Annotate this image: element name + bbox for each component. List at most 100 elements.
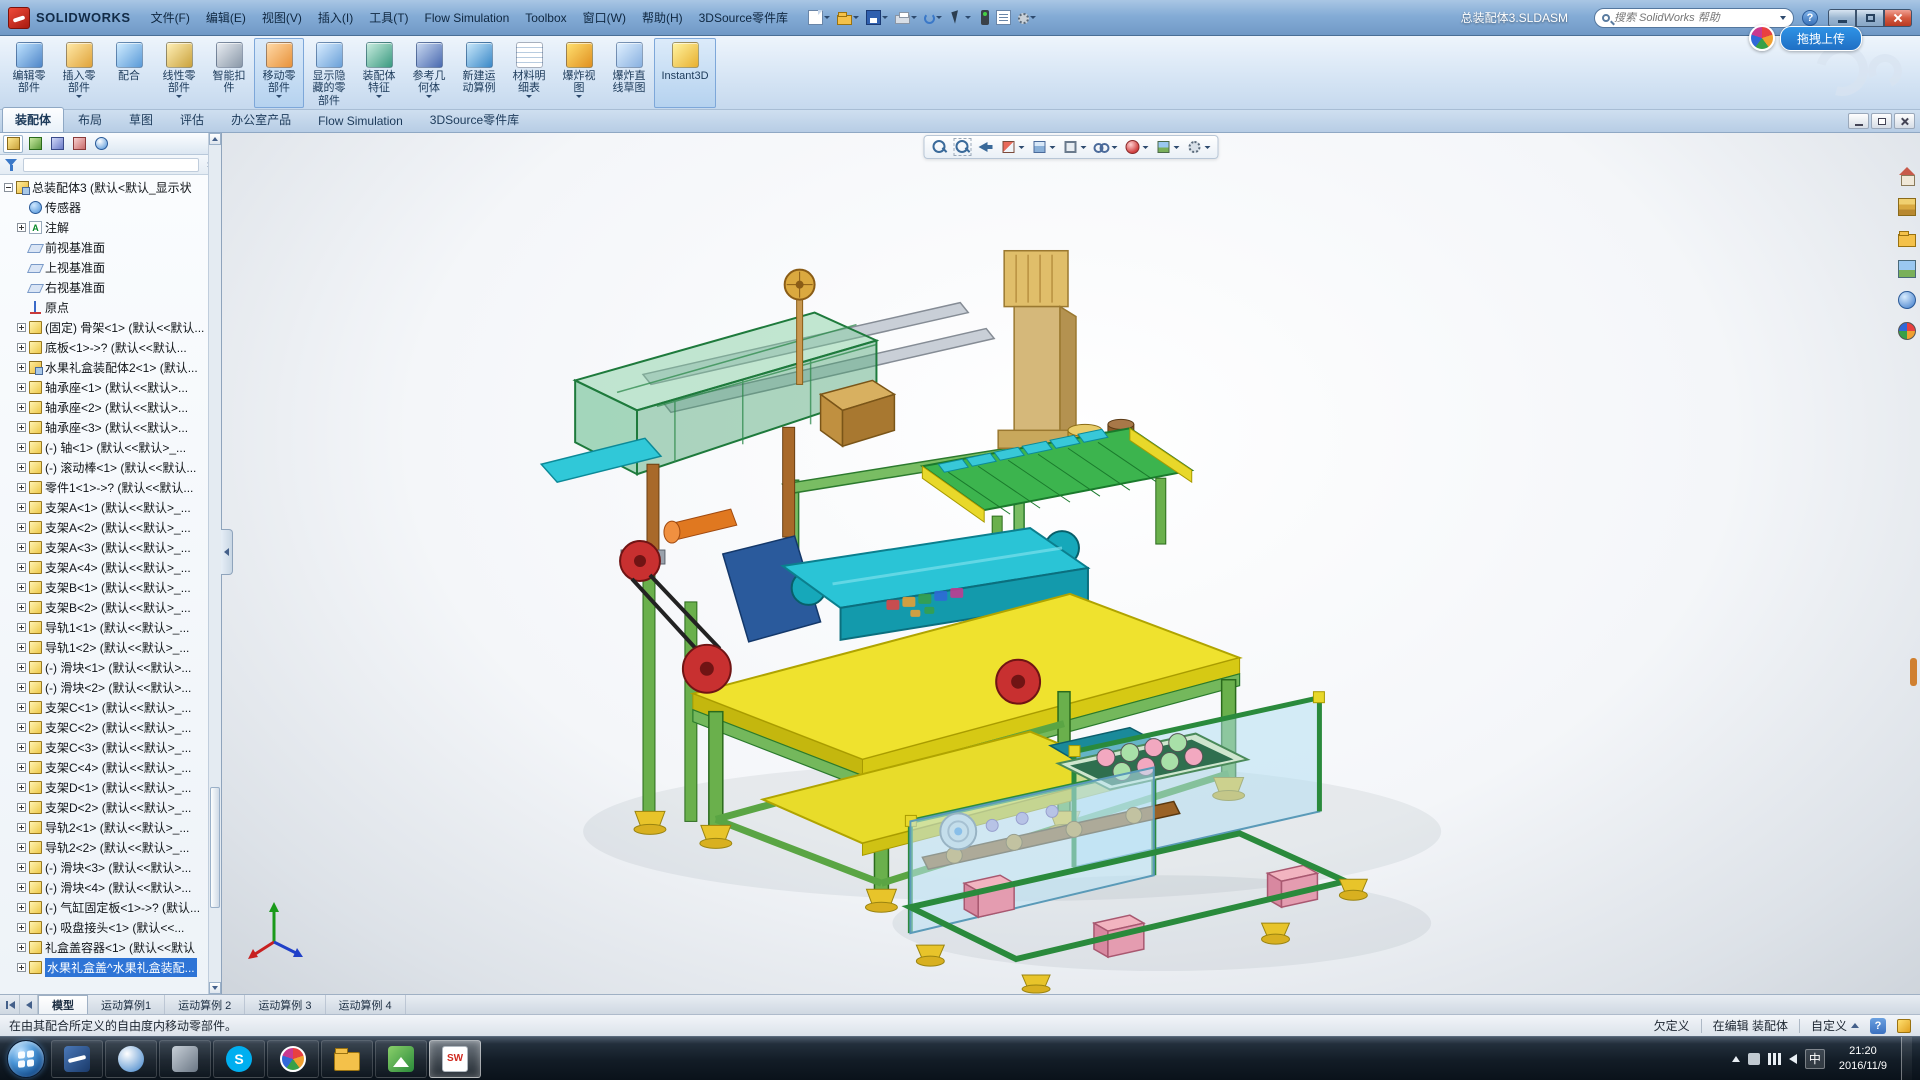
- tree-item-38[interactable]: 礼盒盖容器<1> (默认<<默认: [3, 937, 207, 957]
- mate-button[interactable]: 配合: [104, 38, 154, 108]
- expander-plus-icon[interactable]: [17, 963, 26, 972]
- photo-viewer-taskbar-button[interactable]: [375, 1040, 427, 1078]
- doc-restore-button[interactable]: [1871, 113, 1892, 129]
- search-dropdown-chevron-icon[interactable]: [1780, 16, 1786, 20]
- tree-item-14[interactable]: (-) 滚动棒<1> (默认<<默认...: [3, 457, 207, 477]
- move-component-button[interactable]: 移动零部件: [254, 38, 304, 108]
- tree-item-30[interactable]: 支架D<1> (默认<<默认>_...: [3, 777, 207, 797]
- folder-taskbar-button[interactable]: [321, 1040, 373, 1078]
- undo-button[interactable]: [922, 9, 944, 26]
- menu-item-4[interactable]: 工具(T): [361, 0, 416, 35]
- exploded-view-button[interactable]: 爆炸视图: [554, 38, 604, 108]
- zoom-area-button[interactable]: [955, 139, 971, 155]
- model-tab-4[interactable]: 运动算例 4: [326, 995, 406, 1014]
- tree-item-0[interactable]: 总装配体3 (默认<默认_显示状: [3, 177, 207, 197]
- select-button[interactable]: [947, 8, 973, 27]
- tree-item-19[interactable]: 支架A<4> (默认<<默认>_...: [3, 557, 207, 577]
- menu-item-3[interactable]: 插入(I): [310, 0, 361, 35]
- help-button[interactable]: ?: [1802, 10, 1818, 26]
- expander-plus-icon[interactable]: [17, 343, 26, 352]
- media-player-taskbar-button[interactable]: [105, 1040, 157, 1078]
- tree-item-27[interactable]: 支架C<2> (默认<<默认>_...: [3, 717, 207, 737]
- view-palette-button[interactable]: [1896, 258, 1918, 280]
- doc-close-button[interactable]: [1894, 113, 1915, 129]
- expander-plus-icon[interactable]: [17, 483, 26, 492]
- start-button[interactable]: [7, 1040, 45, 1078]
- minimize-button[interactable]: [1828, 9, 1856, 27]
- new-motion-study-button[interactable]: 新建运动算例: [454, 38, 504, 108]
- model-tab-2[interactable]: 运动算例 2: [165, 995, 245, 1014]
- tree-item-15[interactable]: 零件1<1>->? (默认<<默认...: [3, 477, 207, 497]
- tree-item-22[interactable]: 导轨1<1> (默认<<默认>_...: [3, 617, 207, 637]
- assembly-3d-model[interactable]: [222, 133, 1920, 994]
- ribbon-tab-3[interactable]: 评估: [167, 107, 217, 132]
- menu-item-9[interactable]: 3DSource零件库: [691, 0, 796, 35]
- expander-plus-icon[interactable]: [17, 603, 26, 612]
- network-icon[interactable]: [1768, 1053, 1781, 1065]
- expander-plus-icon[interactable]: [17, 423, 26, 432]
- expander-plus-icon[interactable]: [17, 703, 26, 712]
- tree-item-10[interactable]: 轴承座<1> (默认<<默认>...: [3, 377, 207, 397]
- doc-minimize-button[interactable]: [1848, 113, 1869, 129]
- menu-item-0[interactable]: 文件(F): [143, 0, 198, 35]
- tree-item-11[interactable]: 轴承座<2> (默认<<默认>...: [3, 397, 207, 417]
- print-document-button[interactable]: [893, 9, 919, 26]
- tree-item-28[interactable]: 支架C<3> (默认<<默认>_...: [3, 737, 207, 757]
- rebuild-button[interactable]: [976, 8, 991, 27]
- save-document-button[interactable]: [864, 8, 890, 27]
- menu-item-7[interactable]: 窗口(W): [575, 0, 634, 35]
- ribbon-tab-6[interactable]: 3DSource零件库: [417, 107, 532, 132]
- tree-item-4[interactable]: 上视基准面: [3, 257, 207, 277]
- linear-component-pattern-button[interactable]: 线性零部件: [154, 38, 204, 108]
- drag-upload-button[interactable]: 拖拽上传: [1780, 26, 1862, 51]
- explode-line-sketch-button[interactable]: 爆炸直线草图: [604, 38, 654, 108]
- filter-funnel-icon[interactable]: [5, 158, 18, 171]
- tree-item-37[interactable]: (-) 吸盘接头<1> (默认<<...: [3, 917, 207, 937]
- expander-plus-icon[interactable]: [17, 523, 26, 532]
- model-tab-0[interactable]: 模型: [38, 995, 88, 1014]
- expander-plus-icon[interactable]: [17, 763, 26, 772]
- ribbon-tab-4[interactable]: 办公室产品: [218, 107, 304, 132]
- tree-item-24[interactable]: (-) 滑块<1> (默认<<默认>...: [3, 657, 207, 677]
- model-tab-1[interactable]: 运动算例1: [88, 995, 165, 1014]
- annotation-toggle-icon[interactable]: [1897, 1019, 1911, 1033]
- control-panel-taskbar-button[interactable]: [159, 1040, 211, 1078]
- show-desktop-button[interactable]: [1901, 1037, 1912, 1080]
- expander-plus-icon[interactable]: [17, 683, 26, 692]
- expander-plus-icon[interactable]: [17, 503, 26, 512]
- ribbon-tab-2[interactable]: 草图: [116, 107, 166, 132]
- hidden-icons-arrow[interactable]: [1732, 1056, 1740, 1062]
- insert-components-button[interactable]: 插入零部件: [54, 38, 104, 108]
- tree-item-32[interactable]: 导轨2<1> (默认<<默认>_...: [3, 817, 207, 837]
- hide-show-items-button[interactable]: [1094, 139, 1118, 155]
- taskpane-scroll-thumb[interactable]: [1910, 658, 1917, 686]
- tree-item-21[interactable]: 支架B<2> (默认<<默认>_...: [3, 597, 207, 617]
- expander-plus-icon[interactable]: [17, 623, 26, 632]
- scroll-thumb[interactable]: [210, 787, 220, 908]
- taskbar-clock[interactable]: 21:20 2016/11/9: [1833, 1044, 1893, 1074]
- expander-plus-icon[interactable]: [17, 223, 26, 232]
- status-help-button[interactable]: ?: [1870, 1018, 1886, 1034]
- file-explorer-button[interactable]: [1896, 227, 1918, 249]
- expander-plus-icon[interactable]: [17, 943, 26, 952]
- expander-minus-icon[interactable]: [4, 183, 13, 192]
- instant3d-button[interactable]: Instant3D: [654, 38, 716, 108]
- dimxpertmanager-tab[interactable]: [69, 135, 89, 153]
- tree-item-25[interactable]: (-) 滑块<2> (默认<<默认>...: [3, 677, 207, 697]
- maximize-button[interactable]: [1856, 9, 1884, 27]
- tree-item-12[interactable]: 轴承座<3> (默认<<默认>...: [3, 417, 207, 437]
- ribbon-tab-5[interactable]: Flow Simulation: [305, 110, 416, 132]
- menu-item-5[interactable]: Flow Simulation: [417, 0, 518, 35]
- tree-item-3[interactable]: 前视基准面: [3, 237, 207, 257]
- windows-explorer-taskbar-button[interactable]: [51, 1040, 103, 1078]
- tree-item-26[interactable]: 支架C<1> (默认<<默认>_...: [3, 697, 207, 717]
- expander-plus-icon[interactable]: [17, 443, 26, 452]
- tree-item-1[interactable]: 传感器: [3, 197, 207, 217]
- show-hidden-components-button[interactable]: 显示隐藏的零部件: [304, 38, 354, 108]
- menu-item-1[interactable]: 编辑(E): [198, 0, 254, 35]
- menu-item-8[interactable]: 帮助(H): [634, 0, 691, 35]
- scroll-down-arrow[interactable]: [209, 982, 221, 994]
- display-style-button[interactable]: [1063, 139, 1087, 155]
- tree-item-5[interactable]: 右视基准面: [3, 277, 207, 297]
- expander-plus-icon[interactable]: [17, 383, 26, 392]
